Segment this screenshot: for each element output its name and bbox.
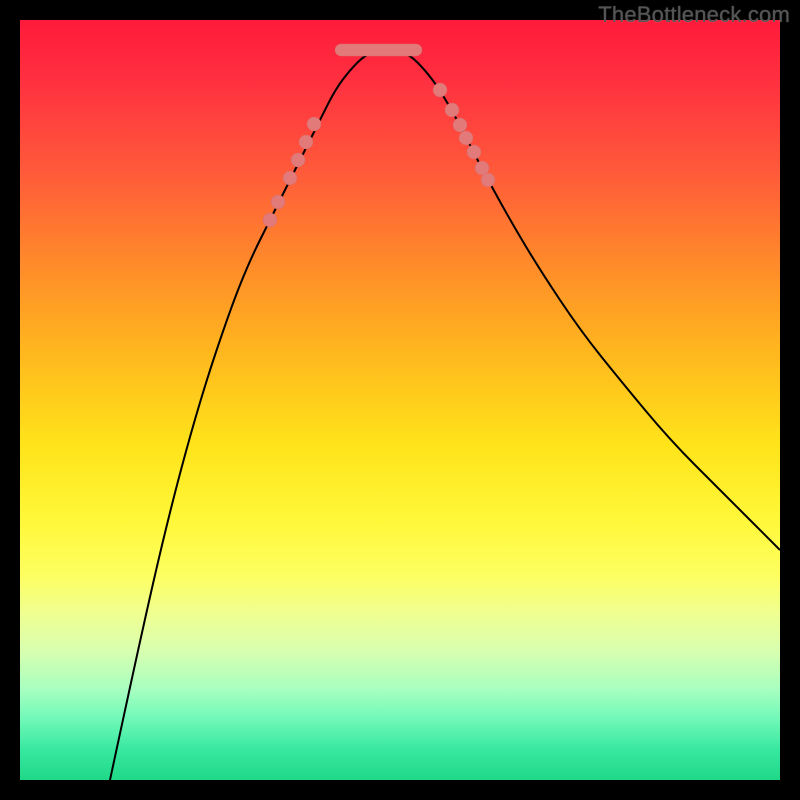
curve-marker bbox=[291, 153, 305, 167]
curve-marker bbox=[453, 118, 467, 132]
curve-marker bbox=[481, 173, 495, 187]
bottleneck-curve bbox=[110, 50, 780, 780]
curve-marker bbox=[263, 213, 277, 227]
curve-marker bbox=[433, 83, 447, 97]
curve-marker bbox=[467, 145, 481, 159]
chart-svg bbox=[20, 20, 780, 780]
curve-marker bbox=[307, 117, 321, 131]
curve-marker bbox=[459, 131, 473, 145]
curve-marker bbox=[445, 103, 459, 117]
curve-marker bbox=[299, 135, 313, 149]
curve-marker bbox=[283, 171, 297, 185]
optimal-band bbox=[335, 44, 422, 56]
curve-marker bbox=[271, 195, 285, 209]
markers-right-group bbox=[433, 83, 495, 187]
